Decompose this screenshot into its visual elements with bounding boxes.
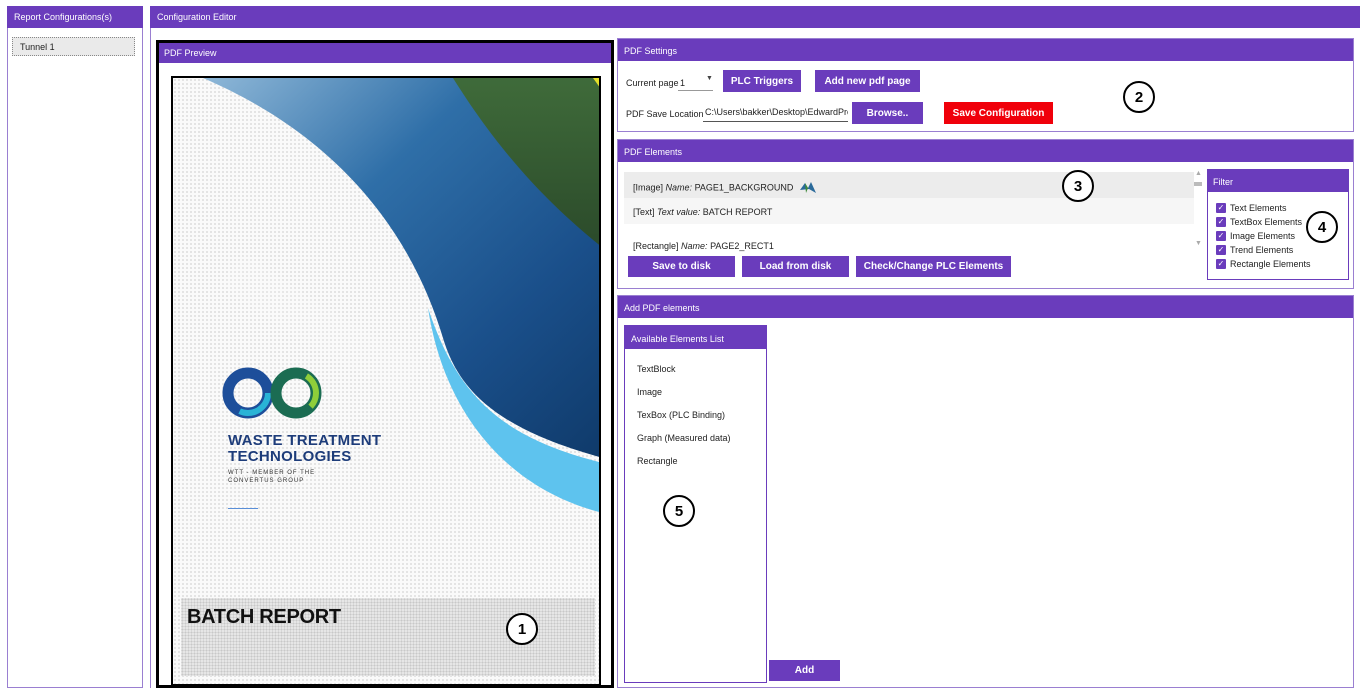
pdf-save-location-input[interactable]: C:\Users\bakker\Desktop\EdwardProjе	[703, 105, 848, 122]
chevron-down-icon[interactable]: ▼	[706, 75, 713, 82]
load-from-disk-button[interactable]: Load from disk	[742, 256, 849, 277]
pdf-settings-header: PDF Settings	[618, 39, 1353, 61]
report-configurations-list: Tunnel 1	[7, 28, 143, 688]
company-subtitle-line-1: WTT - MEMBER OF THE	[228, 470, 316, 476]
checkbox-checked-icon[interactable]: ✓	[1216, 231, 1226, 241]
element-row[interactable]: [Text] Text value: BATCH REPORT	[624, 198, 1194, 224]
filter-label: TextBox Elements	[1230, 217, 1303, 227]
available-elements-header: Available Elements List	[625, 326, 766, 349]
element-key: Name:	[665, 182, 693, 193]
pdf-page-canvas[interactable]: WASTE TREATMENT TECHNOLOGIES WTT - MEMBE…	[171, 76, 601, 686]
filter-label: Text Elements	[1230, 203, 1287, 213]
annotation-badge-1: 1	[506, 613, 538, 645]
pdf-save-location-label: PDF Save Location	[626, 109, 704, 119]
annotation-badge-3: 3	[1062, 170, 1094, 202]
company-subtitle-line-2: CONVERTUS GROUP	[228, 478, 305, 484]
list-item[interactable]: TextBlock	[637, 364, 676, 374]
pdf-settings-panel: PDF Settings Current page 1 ▼ PLC Trigge…	[617, 38, 1354, 132]
element-row[interactable]: [Image] Name: PAGE1_BACKGROUND	[624, 172, 1194, 198]
filter-image-elements[interactable]: ✓ Image Elements	[1216, 230, 1295, 242]
company-name-line-2: TECHNOLOGIES	[228, 448, 352, 465]
list-item[interactable]: Rectangle	[637, 456, 678, 466]
element-type: [Image]	[633, 182, 664, 193]
filter-rectangle-elements[interactable]: ✓ Rectangle Elements	[1216, 258, 1311, 270]
logo-divider	[228, 508, 258, 509]
list-item[interactable]: TexBox (PLC Binding)	[637, 410, 725, 420]
image-thumbnail-icon	[799, 182, 816, 193]
plc-triggers-button[interactable]: PLC Triggers	[723, 70, 801, 92]
element-key: Text value:	[657, 207, 701, 217]
pdf-elements-panel: PDF Elements [Image] Name: PAGE1_BACKGRO…	[617, 139, 1354, 289]
annotation-badge-5: 5	[663, 495, 695, 527]
scroll-up-icon[interactable]: ▲	[1195, 170, 1202, 177]
checkbox-checked-icon[interactable]: ✓	[1216, 217, 1226, 227]
available-elements-list: Available Elements List TextBlock Image …	[624, 325, 767, 683]
current-page-value: 1	[680, 78, 686, 88]
filter-textbox-elements[interactable]: ✓ TextBox Elements	[1216, 216, 1302, 228]
checkbox-checked-icon[interactable]: ✓	[1216, 203, 1226, 213]
filter-label: Rectangle Elements	[1230, 259, 1311, 269]
company-name-line-1: WASTE TREATMENT	[228, 432, 382, 449]
element-key: Name:	[681, 241, 708, 251]
scrollbar-thumb[interactable]	[1194, 182, 1202, 186]
annotation-badge-2: 2	[1123, 81, 1155, 113]
filter-label: Image Elements	[1230, 231, 1296, 241]
report-configurations-header: Report Configurations(s)	[7, 6, 143, 28]
element-type: [Text]	[633, 207, 655, 217]
config-item-tunnel-1[interactable]: Tunnel 1	[12, 37, 135, 56]
save-to-disk-button[interactable]: Save to disk	[628, 256, 735, 277]
pdf-elements-header: PDF Elements	[618, 140, 1353, 162]
filter-header: Filter	[1208, 170, 1348, 192]
add-new-pdf-page-button[interactable]: Add new pdf page	[815, 70, 920, 92]
add-pdf-elements-panel: Add PDF elements Available Elements List…	[617, 295, 1354, 688]
list-item[interactable]: Image	[637, 387, 662, 397]
element-row[interactable]: [Rectangle] Name: PAGE2_RECT1	[624, 236, 1194, 252]
checkbox-checked-icon[interactable]: ✓	[1216, 259, 1226, 269]
element-value: BATCH REPORT	[702, 207, 773, 217]
filter-trend-elements[interactable]: ✓ Trend Elements	[1216, 244, 1293, 256]
checkbox-checked-icon[interactable]: ✓	[1216, 245, 1226, 255]
filter-text-elements[interactable]: ✓ Text Elements	[1216, 202, 1287, 214]
element-value: PAGE1_BACKGROUND	[694, 182, 794, 193]
company-subtitle: WTT - MEMBER OF THE CONVERTUS GROUP	[228, 469, 315, 485]
add-element-button[interactable]: Add	[769, 660, 840, 681]
current-page-label: Current page	[626, 78, 679, 88]
list-item[interactable]: Graph (Measured data)	[637, 433, 731, 443]
company-logo-icon	[222, 367, 322, 419]
check-change-plc-elements-button[interactable]: Check/Change PLC Elements	[856, 256, 1011, 277]
annotation-badge-4: 4	[1306, 211, 1338, 243]
batch-report-title: BATCH REPORT	[187, 606, 341, 628]
configuration-editor-header: Configuration Editor	[150, 6, 1360, 28]
scroll-down-icon[interactable]: ▼	[1195, 240, 1202, 247]
pdf-preview-panel: PDF Preview WASTE TREATMENT TECHNOLOGIES…	[156, 40, 614, 688]
element-value: PAGE2_RECT1	[710, 241, 774, 251]
add-pdf-elements-header: Add PDF elements	[618, 296, 1353, 318]
element-type: [Rectangle]	[633, 241, 679, 251]
company-name: WASTE TREATMENT TECHNOLOGIES	[228, 433, 381, 465]
browse-button[interactable]: Browse..	[852, 102, 923, 124]
filter-label: Trend Elements	[1230, 245, 1294, 255]
pdf-preview-header: PDF Preview	[159, 43, 611, 63]
save-configuration-button[interactable]: Save Configuration	[944, 102, 1053, 124]
